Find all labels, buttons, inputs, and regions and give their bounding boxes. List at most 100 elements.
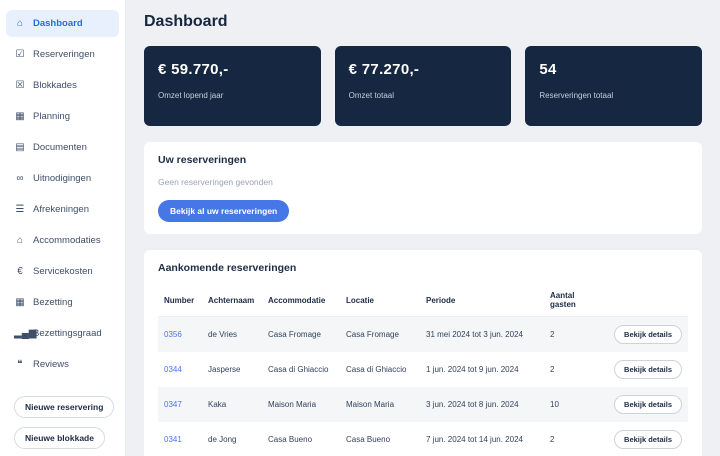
stat-label: Omzet totaal: [349, 91, 498, 100]
building-icon: ⌂: [14, 236, 26, 246]
table-header-row: Number Achternaam Accommodatie Locatie P…: [158, 284, 688, 317]
sidebar-item-dashboard[interactable]: ⌂ Dashboard: [6, 10, 119, 37]
stat-label: Omzet lopend jaar: [158, 91, 307, 100]
sidebar-item-reviews[interactable]: ❝ Reviews: [6, 351, 119, 378]
column-header-locatie: Locatie: [340, 284, 420, 317]
cell-aantal-gasten: 2: [544, 317, 602, 353]
link-icon: ∞: [14, 174, 26, 184]
cell-accommodatie: Maison Maria: [262, 387, 340, 422]
reservation-number-link[interactable]: 0344: [164, 365, 182, 374]
column-header-accommodatie: Accommodatie: [262, 284, 340, 317]
stat-value: € 59.770,-: [158, 61, 307, 78]
column-header-aantal-gasten: Aantal gasten: [544, 284, 602, 317]
column-header-number: Number: [158, 284, 202, 317]
chat-icon: ❝: [14, 360, 26, 370]
document-icon: ▤: [14, 143, 26, 153]
sidebar-item-label: Planning: [33, 111, 70, 122]
euro-icon: €: [14, 267, 26, 277]
column-header-achternaam: Achternaam: [202, 284, 262, 317]
sidebar-item-planning[interactable]: ▦ Planning: [6, 103, 119, 130]
cell-accommodatie: Casa Bueno: [262, 422, 340, 456]
table-row: 0341 de Jong Casa Bueno Casa Bueno 7 jun…: [158, 422, 688, 456]
sidebar-item-afrekeningen[interactable]: ☰ Afrekeningen: [6, 196, 119, 223]
view-all-reservations-button[interactable]: Bekijk al uw reserveringen: [158, 200, 289, 222]
cell-locatie: Casa Fromage: [340, 317, 420, 353]
cell-locatie: Maison Maria: [340, 387, 420, 422]
sidebar-item-label: Uitnodigingen: [33, 173, 91, 184]
table-row: 0347 Kaka Maison Maria Maison Maria 3 ju…: [158, 387, 688, 422]
stat-card-omzet-totaal: € 77.270,- Omzet totaal: [335, 46, 512, 126]
cell-aantal-gasten: 2: [544, 422, 602, 456]
bekijk-details-button[interactable]: Bekijk details: [614, 395, 682, 414]
sidebar-item-label: Blokkades: [33, 80, 77, 91]
cell-periode: 7 jun. 2024 tot 14 jun. 2024: [420, 422, 544, 456]
sidebar-item-label: Dashboard: [33, 18, 83, 29]
calendar-x-icon: ☒: [14, 81, 26, 91]
sidebar-item-reserveringen[interactable]: ☑ Reserveringen: [6, 41, 119, 68]
stat-value: 54: [539, 61, 688, 78]
table-row: 0344 Jasperse Casa di Ghiaccio Casa di G…: [158, 352, 688, 387]
empty-state-text: Geen reserveringen gevonden: [158, 177, 688, 187]
cell-periode: 1 jun. 2024 tot 9 jun. 2024: [420, 352, 544, 387]
chart-icon: ▂▄▆: [14, 329, 26, 339]
sidebar-item-blokkades[interactable]: ☒ Blokkades: [6, 72, 119, 99]
reservation-number-link[interactable]: 0341: [164, 435, 182, 444]
stats-row: € 59.770,- Omzet lopend jaar € 77.270,- …: [144, 46, 702, 126]
cell-achternaam: de Jong: [202, 422, 262, 456]
receipt-icon: ☰: [14, 205, 26, 215]
sidebar-item-servicekosten[interactable]: € Servicekosten: [6, 258, 119, 285]
card-title: Uw reserveringen: [158, 154, 688, 166]
new-block-button[interactable]: Nieuwe blokkade: [14, 427, 105, 449]
upcoming-reservations-table: Number Achternaam Accommodatie Locatie P…: [158, 284, 688, 456]
sidebar-item-bezetting[interactable]: ▦ Bezetting: [6, 289, 119, 316]
upcoming-reservations-card: Aankomende reserveringen Number Achterna…: [144, 250, 702, 456]
cell-locatie: Casa di Ghiaccio: [340, 352, 420, 387]
cell-achternaam: Kaka: [202, 387, 262, 422]
occupancy-calendar-icon: ▦: [14, 298, 26, 308]
bekijk-details-button[interactable]: Bekijk details: [614, 360, 682, 379]
sidebar-item-label: Bezettingsgraad: [33, 328, 102, 339]
sidebar-item-accommodaties[interactable]: ⌂ Accommodaties: [6, 227, 119, 254]
stat-card-reserveringen-totaal: 54 Reserveringen totaal: [525, 46, 702, 126]
cell-accommodatie: Casa di Ghiaccio: [262, 352, 340, 387]
your-reservations-card: Uw reserveringen Geen reserveringen gevo…: [144, 142, 702, 234]
stat-label: Reserveringen totaal: [539, 91, 688, 100]
cell-aantal-gasten: 10: [544, 387, 602, 422]
cell-achternaam: Jasperse: [202, 352, 262, 387]
calendar-check-icon: ☑: [14, 50, 26, 60]
sidebar-actions: Nieuwe reservering Nieuwe blokkade: [6, 396, 119, 449]
sidebar-item-label: Afrekeningen: [33, 204, 89, 215]
stat-card-omzet-lopend-jaar: € 59.770,- Omzet lopend jaar: [144, 46, 321, 126]
home-icon: ⌂: [14, 19, 26, 29]
sidebar-item-label: Bezetting: [33, 297, 73, 308]
table-row: 0356 de Vries Casa Fromage Casa Fromage …: [158, 317, 688, 353]
app-layout: ⌂ Dashboard ☑ Reserveringen ☒ Blokkades …: [0, 0, 720, 456]
cell-locatie: Casa Bueno: [340, 422, 420, 456]
main-content: Dashboard € 59.770,- Omzet lopend jaar €…: [126, 0, 720, 456]
sidebar-item-label: Servicekosten: [33, 266, 93, 277]
sidebar-item-label: Documenten: [33, 142, 87, 153]
sidebar-item-label: Reviews: [33, 359, 69, 370]
bekijk-details-button[interactable]: Bekijk details: [614, 325, 682, 344]
sidebar-item-documenten[interactable]: ▤ Documenten: [6, 134, 119, 161]
reservation-number-link[interactable]: 0347: [164, 400, 182, 409]
reservation-number-link[interactable]: 0356: [164, 330, 182, 339]
stat-value: € 77.270,-: [349, 61, 498, 78]
new-reservation-button[interactable]: Nieuwe reservering: [14, 396, 114, 418]
card-title: Aankomende reserveringen: [158, 262, 688, 274]
cell-aantal-gasten: 2: [544, 352, 602, 387]
column-header-periode: Periode: [420, 284, 544, 317]
sidebar-item-label: Reserveringen: [33, 49, 95, 60]
column-header-actions: [602, 284, 688, 317]
sidebar: ⌂ Dashboard ☑ Reserveringen ☒ Blokkades …: [0, 0, 126, 456]
cell-achternaam: de Vries: [202, 317, 262, 353]
calendar-icon: ▦: [14, 112, 26, 122]
sidebar-item-uitnodigingen[interactable]: ∞ Uitnodigingen: [6, 165, 119, 192]
bekijk-details-button[interactable]: Bekijk details: [614, 430, 682, 449]
page-title: Dashboard: [144, 13, 702, 31]
cell-periode: 3 jun. 2024 tot 8 jun. 2024: [420, 387, 544, 422]
sidebar-item-bezettingsgraad[interactable]: ▂▄▆ Bezettingsgraad: [6, 320, 119, 347]
cell-periode: 31 mei 2024 tot 3 jun. 2024: [420, 317, 544, 353]
sidebar-item-label: Accommodaties: [33, 235, 101, 246]
cell-accommodatie: Casa Fromage: [262, 317, 340, 353]
